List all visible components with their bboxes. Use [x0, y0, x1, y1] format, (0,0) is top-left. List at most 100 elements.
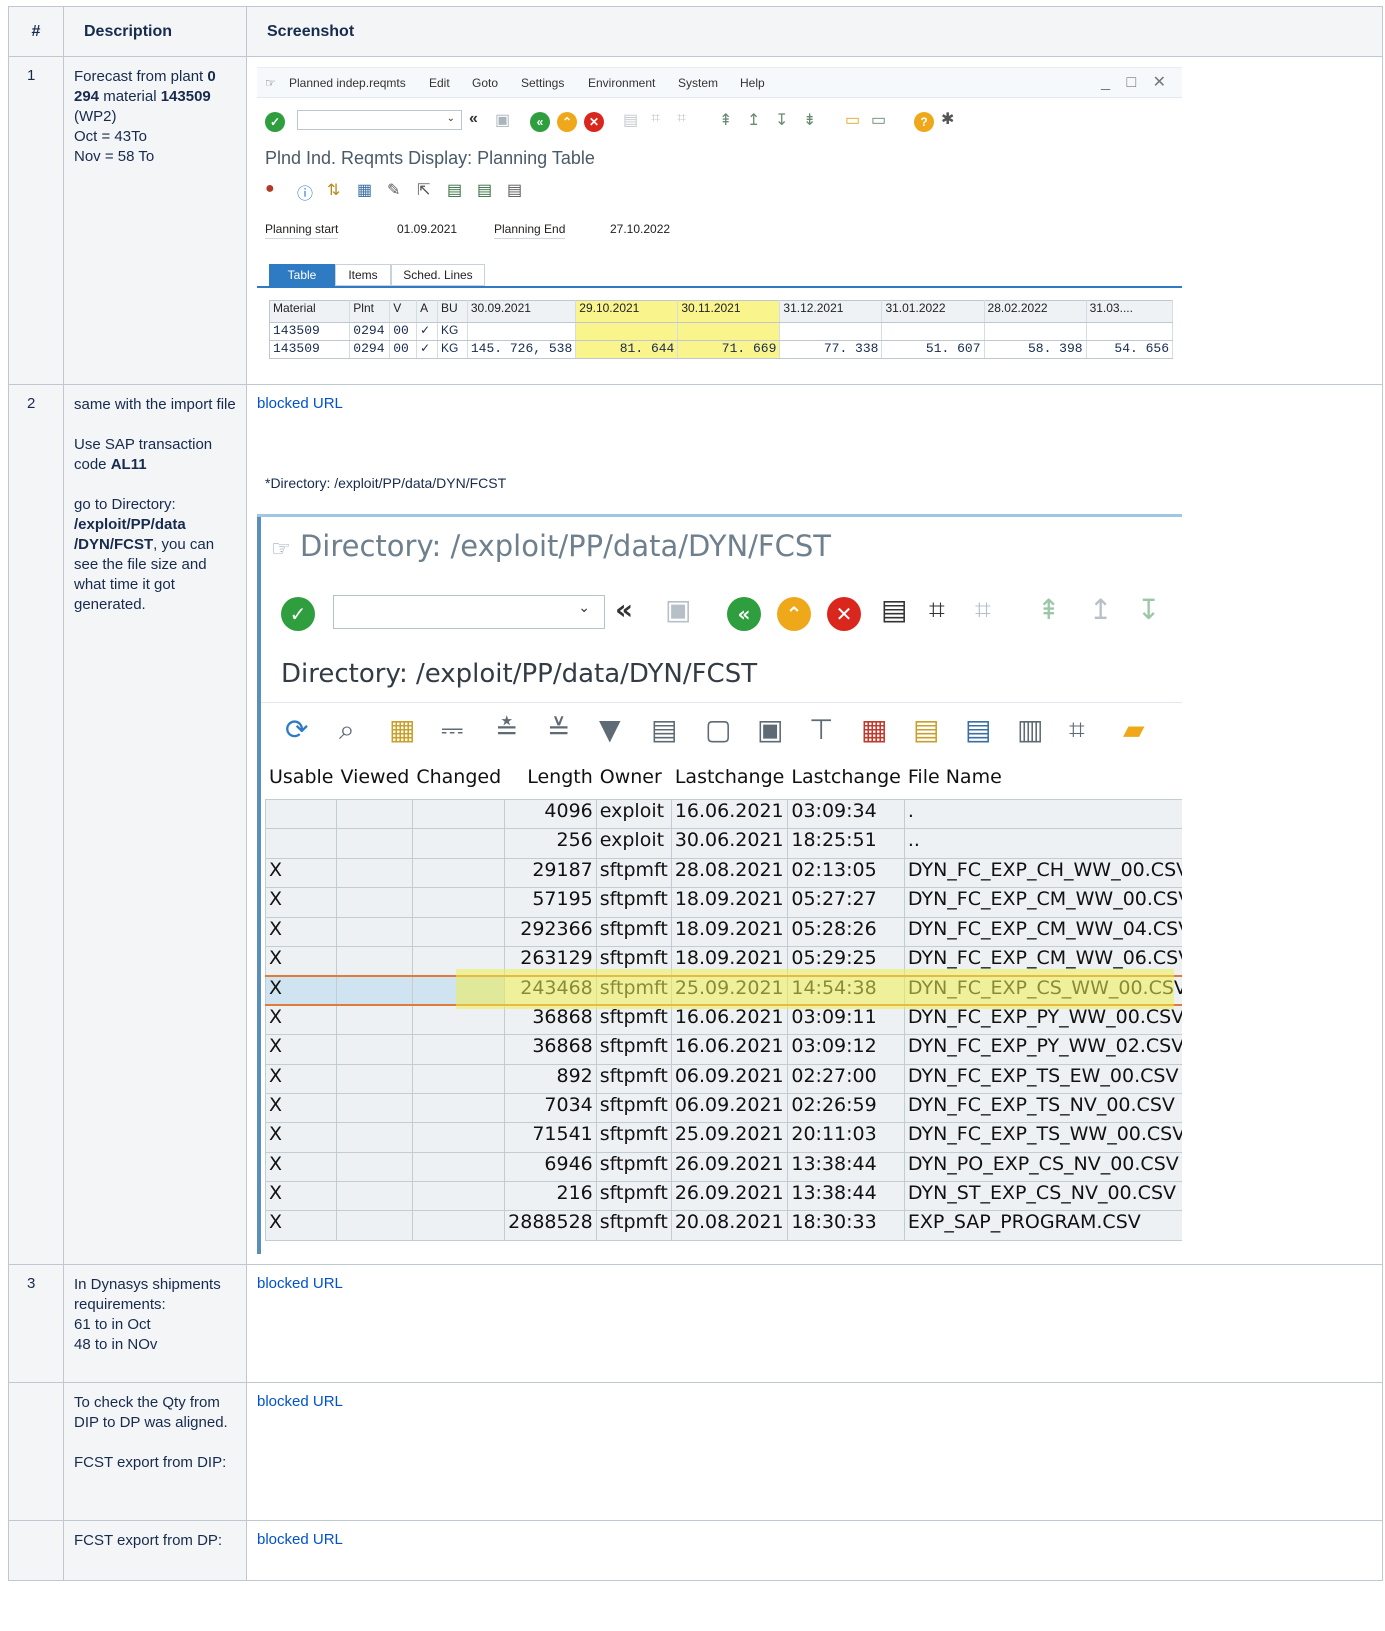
grid-cell[interactable]: DYN_FC_EXP_TS_EW_00.CSV: [903, 1063, 1182, 1094]
display-icon[interactable]: ⌕: [339, 713, 355, 747]
table-row[interactable]: 4096 exploit 16.06.2021 03:09:34.: [264, 798, 1182, 830]
grid-cell[interactable]: 28.08.2021: [670, 857, 789, 889]
grid-cell[interactable]: 26.09.2021: [670, 1151, 789, 1183]
grid-cell[interactable]: sftpmft: [595, 1034, 672, 1065]
grid-cell[interactable]: [466, 322, 577, 341]
grid-cell[interactable]: 16.06.2021: [670, 1034, 789, 1065]
grid-cell[interactable]: [336, 916, 414, 947]
exit-icon[interactable]: ⌃: [557, 112, 577, 132]
refresh-icon[interactable]: ⟳: [285, 713, 308, 746]
grid-cell[interactable]: 51. 607: [881, 340, 985, 359]
find-next-icon[interactable]: ⌗: [677, 110, 686, 128]
grid-cell[interactable]: 216: [504, 1181, 597, 1212]
grid-cell[interactable]: DYN_PO_EXP_CS_NV_00.CSV: [903, 1151, 1182, 1183]
grid-cell[interactable]: DYN_FC_EXP_PY_WW_02.CSV: [903, 1034, 1182, 1065]
cancel-icon[interactable]: ✕: [827, 597, 861, 631]
grid-cell[interactable]: [412, 1181, 506, 1212]
grid-cell[interactable]: [336, 1181, 414, 1212]
save-icon[interactable]: ▣: [495, 110, 510, 130]
grid-cell[interactable]: 03:09:11: [787, 1004, 905, 1036]
grid-cell[interactable]: 02:26:59: [787, 1092, 905, 1124]
grid-col-header[interactable]: Length: [504, 765, 597, 800]
grid-cell[interactable]: 292366: [504, 916, 597, 947]
double-left-icon[interactable]: «: [615, 593, 633, 626]
grid-cell[interactable]: DYN_FC_EXP_TS_NV_00.CSV: [903, 1092, 1182, 1124]
grid-cell[interactable]: [779, 322, 883, 341]
grid-cell[interactable]: 29187: [504, 857, 597, 889]
binoculars-icon[interactable]: ⌗: [1069, 713, 1085, 747]
grid-cell[interactable]: 7034: [504, 1092, 597, 1124]
table-row[interactable]: X 292366 sftpmft 18.09.2021 05:28:26 DYN_FC_E…: [264, 916, 1182, 947]
menu-item-help[interactable]: Help: [740, 76, 765, 90]
blocked-url-link[interactable]: blocked URL: [257, 1275, 343, 1292]
blocked-url-link[interactable]: blocked URL: [257, 1531, 343, 1548]
grid-cell[interactable]: [1085, 322, 1174, 341]
table-row[interactable]: X 6946 sftpmft 26.09.2021 13:38:44 DYN_PO_EXP…: [264, 1151, 1182, 1183]
menu-item-goto[interactable]: Goto: [472, 76, 498, 90]
grid-col-header[interactable]: Lastchange: [787, 765, 905, 800]
hat-icon[interactable]: ●: [265, 180, 275, 198]
grid-cell[interactable]: sftpmft: [595, 1063, 672, 1094]
grid-cell[interactable]: 6946: [504, 1151, 597, 1183]
grid-cell[interactable]: [412, 1210, 506, 1241]
grid-cell[interactable]: sftpmft: [595, 1092, 672, 1124]
grid-cell[interactable]: X: [264, 1122, 338, 1153]
grid-cell[interactable]: X: [264, 1034, 338, 1065]
grid-cell[interactable]: KG: [437, 322, 468, 341]
grid-cell[interactable]: [575, 322, 679, 341]
grid-cell[interactable]: 06.09.2021: [670, 1092, 789, 1124]
grid-cell[interactable]: 57195: [504, 887, 597, 918]
grid-cell[interactable]: 16.06.2021: [670, 1004, 789, 1036]
grid-cell[interactable]: X: [264, 1092, 338, 1124]
expand-icon[interactable]: ▤: [447, 180, 462, 200]
grid-col-header[interactable]: 31.01.2022: [881, 300, 985, 323]
grid-col-header[interactable]: V: [389, 300, 418, 323]
table-row[interactable]: 143509 0294 00 ✓ KG: [268, 322, 1174, 341]
prev-page-icon[interactable]: ↥: [747, 110, 760, 130]
grid-cell[interactable]: [412, 1122, 506, 1153]
grid-cell[interactable]: [336, 945, 414, 977]
grid-cell[interactable]: X: [264, 1210, 338, 1241]
table-row[interactable]: X 57195 sftpmft 18.09.2021 05:27:27 DYN_FC_EX…: [264, 887, 1182, 918]
grid-cell[interactable]: 03:09:12: [787, 1034, 905, 1065]
grid-cell[interactable]: 58. 398: [983, 340, 1087, 359]
grid-cell[interactable]: sftpmft: [595, 1151, 672, 1183]
grid-cell[interactable]: 18.09.2021: [670, 916, 789, 947]
filter-icon[interactable]: ▼: [599, 713, 621, 746]
grid-cell[interactable]: 892: [504, 1063, 597, 1094]
grid-cell[interactable]: 18:25:51: [787, 828, 905, 859]
table-row[interactable]: 256 exploit 30.06.2021 18:25:51..: [264, 828, 1182, 859]
grid-cell[interactable]: 00: [389, 322, 418, 341]
grid-cell[interactable]: 145. 726, 538: [466, 340, 577, 359]
grid-cell[interactable]: [412, 828, 506, 859]
grid-cell[interactable]: [412, 887, 506, 918]
grid-cell[interactable]: 05:27:27: [787, 887, 905, 918]
grid-cell[interactable]: ✓: [416, 322, 439, 341]
grid-cell[interactable]: ✓: [416, 340, 439, 359]
grid-col-header[interactable]: Changed: [412, 765, 506, 800]
grid-col-header[interactable]: Lastchange: [670, 765, 789, 800]
chevron-down-icon[interactable]: ⌄: [447, 113, 455, 124]
grid-cell[interactable]: 18.09.2021: [670, 887, 789, 918]
table-row[interactable]: X 29187 sftpmft 28.08.2021 02:13:05 DYN_FC_EX…: [264, 857, 1182, 889]
layout-save-icon[interactable]: ▤: [965, 713, 991, 746]
table-row[interactable]: X 71541 sftpmft 25.09.2021 20:11:03 DYN_FC_EX…: [264, 1122, 1182, 1153]
grid-cell[interactable]: .: [903, 798, 1182, 830]
check-circle-icon[interactable]: ✓: [265, 112, 285, 132]
grid-cell[interactable]: [336, 1210, 414, 1241]
grid-cell[interactable]: X: [264, 945, 338, 977]
grid-col-header[interactable]: Usable: [264, 765, 338, 800]
grid-cell[interactable]: exploit: [595, 798, 672, 830]
detail-icon[interactable]: ▤: [507, 180, 522, 200]
grid-cell[interactable]: 256: [504, 828, 597, 859]
grid-col-header[interactable]: A: [416, 300, 439, 323]
cancel-icon[interactable]: ✕: [584, 112, 604, 132]
first-page-icon[interactable]: ⇞: [719, 110, 732, 130]
grid-col-header[interactable]: File Name: [903, 765, 1182, 800]
calculator-icon[interactable]: ▦: [357, 180, 372, 200]
grid-cell[interactable]: 05:28:26: [787, 916, 905, 947]
menu-item-edit[interactable]: Edit: [429, 76, 450, 90]
grid-cell[interactable]: [336, 1092, 414, 1124]
info-icon[interactable]: ⓘ: [297, 180, 313, 204]
grid-col-header[interactable]: BU: [437, 300, 468, 323]
